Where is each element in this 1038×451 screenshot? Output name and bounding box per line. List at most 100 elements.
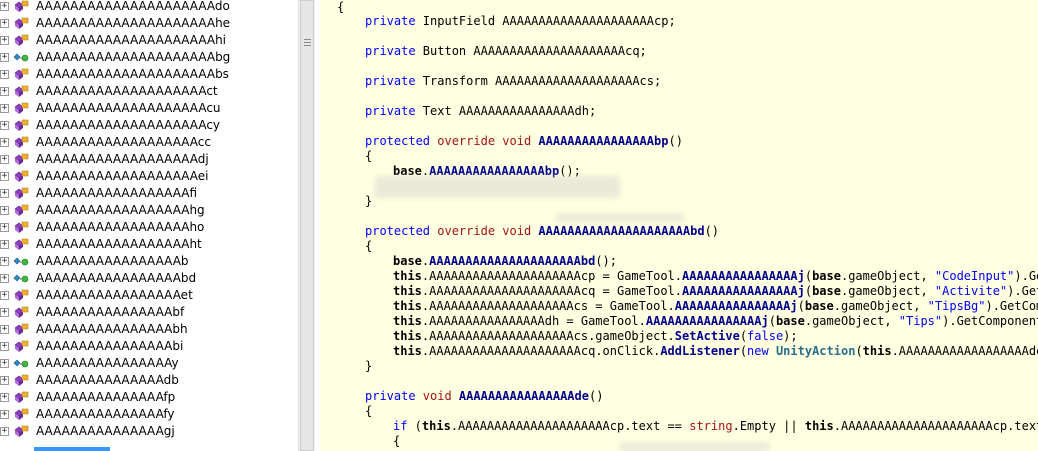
- code-line: this.AAAAAAAAAAAAAAAAdh = GameTool.AAAAA…: [393, 314, 1038, 328]
- field-icon: [12, 50, 30, 64]
- expand-icon[interactable]: +: [0, 104, 9, 113]
- tree-item[interactable]: + AAAAAAAAAAAAAAAAAAAAAbs: [0, 66, 298, 83]
- tree-item-label: AAAAAAAAAAAAAAAfy: [36, 407, 175, 421]
- field-icon: [12, 271, 30, 285]
- expand-icon[interactable]: +: [0, 206, 9, 215]
- tree-item-label: AAAAAAAAAAAAAAAdb: [36, 373, 179, 387]
- expand-icon[interactable]: +: [0, 325, 9, 334]
- tree-item[interactable]: + AAAAAAAAAAAAAAAAAAhg: [0, 202, 298, 219]
- expand-icon[interactable]: +: [0, 257, 9, 266]
- method-icon: [12, 288, 30, 302]
- tree-item-label: AAAAAAAAAAAAAAAAAb: [36, 254, 189, 268]
- code-view[interactable]: { private InputField AAAAAAAAAAAAAAAAAAA…: [320, 0, 1038, 451]
- expand-icon[interactable]: +: [0, 53, 9, 62]
- tree-item[interactable]: + AAAAAAAAAAAAAAAAbi: [0, 338, 298, 355]
- tree-item[interactable]: + AAAAAAAAAAAAAAAAAbd: [0, 270, 298, 287]
- expand-icon[interactable]: +: [0, 155, 9, 164]
- code-line: {: [365, 239, 373, 253]
- code-line: protected override void AAAAAAAAAAAAAAAA…: [365, 134, 683, 148]
- code-line: this.AAAAAAAAAAAAAAAAAAAAcs.gameObject.S…: [393, 329, 798, 343]
- expand-icon[interactable]: +: [0, 70, 9, 79]
- tree-item[interactable]: + AAAAAAAAAAAAAAAAAAfi: [0, 185, 298, 202]
- code-line: {: [365, 404, 373, 418]
- tree-item-label: AAAAAAAAAAAAAAAAAAht: [36, 237, 202, 251]
- scrollbar-thumb[interactable]: [300, 0, 314, 451]
- method-icon: [12, 390, 30, 404]
- code-line: }: [365, 359, 373, 373]
- tree-item[interactable]: + AAAAAAAAAAAAAAAAAAAei: [0, 168, 298, 185]
- expand-icon[interactable]: +: [0, 393, 9, 402]
- method-icon: [12, 186, 30, 200]
- tree-item-label: AAAAAAAAAAAAAAAAAAAcc: [36, 135, 211, 149]
- tree-item[interactable]: + AAAAAAAAAAAAAAAAAAAdj: [0, 151, 298, 168]
- code-line: this.AAAAAAAAAAAAAAAAAAAAAcq.onClick.Add…: [393, 344, 1038, 358]
- expand-icon[interactable]: +: [0, 2, 9, 11]
- tree-item[interactable]: + AAAAAAAAAAAAAAAAAAAAct: [0, 83, 298, 100]
- code-line: }: [365, 194, 373, 208]
- method-icon: [12, 118, 30, 132]
- tree-item-label: AAAAAAAAAAAAAAAAAbd: [36, 271, 197, 285]
- redacted-region: [556, 214, 684, 222]
- expand-icon[interactable]: +: [0, 138, 9, 147]
- tree-item[interactable]: + AAAAAAAAAAAAAAAAbh: [0, 321, 298, 338]
- member-tree[interactable]: + AAAAAAAAAAAAAAAAAAAAAdo + AAAAAAAAAAAAAAA…: [0, 0, 298, 451]
- tree-item[interactable]: + AAAAAAAAAAAAAAAAAAAAAhe: [0, 15, 298, 32]
- method-icon: [12, 220, 30, 234]
- tree-item[interactable]: + AAAAAAAAAAAAAAAAAAAAAdo: [0, 0, 298, 15]
- tree-item-label: AAAAAAAAAAAAAAAAAAho: [36, 220, 205, 234]
- tree-item[interactable]: + AAAAAAAAAAAAAAAgj: [0, 423, 298, 440]
- tree-item[interactable]: + AAAAAAAAAAAAAAAfp: [0, 389, 298, 406]
- tree-item-label: AAAAAAAAAAAAAAAAAAAAAdo: [36, 0, 230, 13]
- tree-item-label: AAAAAAAAAAAAAAAAAAAAAhi: [36, 33, 227, 47]
- expand-icon[interactable]: +: [0, 240, 9, 249]
- method-icon: [12, 373, 30, 387]
- expand-icon[interactable]: +: [0, 376, 9, 385]
- tree-item[interactable]: + AAAAAAAAAAAAAAAAbf: [0, 304, 298, 321]
- tree-item-label: AAAAAAAAAAAAAAAAy: [36, 356, 179, 370]
- expand-icon[interactable]: +: [0, 36, 9, 45]
- thumb-grip: [304, 42, 311, 43]
- tree-item[interactable]: + AAAAAAAAAAAAAAAAy: [0, 355, 298, 372]
- expand-icon[interactable]: +: [0, 87, 9, 96]
- tree-item-label: AAAAAAAAAAAAAAAAAAAdj: [36, 152, 209, 166]
- code-line: {: [365, 149, 373, 163]
- code-line: this.AAAAAAAAAAAAAAAAAAAAAcp = GameTool.…: [393, 269, 1038, 283]
- tree-item[interactable]: + AAAAAAAAAAAAAAAAAAAcc: [0, 134, 298, 151]
- selected-tree-item[interactable]: [34, 447, 110, 451]
- expand-icon[interactable]: +: [0, 172, 9, 181]
- expand-icon[interactable]: +: [0, 291, 9, 300]
- expand-icon[interactable]: +: [0, 19, 9, 28]
- method-icon: [12, 135, 30, 149]
- tree-item[interactable]: + AAAAAAAAAAAAAAAAAb: [0, 253, 298, 270]
- field-icon: [12, 254, 30, 268]
- tree-scrollbar[interactable]: [298, 0, 315, 451]
- tree-item[interactable]: + AAAAAAAAAAAAAAAAAAAAAbg: [0, 49, 298, 66]
- tree-item-label: AAAAAAAAAAAAAAAAbf: [36, 305, 185, 319]
- expand-icon[interactable]: +: [0, 427, 9, 436]
- method-icon: [12, 101, 30, 115]
- expand-icon[interactable]: +: [0, 359, 9, 368]
- thumb-grip: [304, 45, 311, 46]
- expand-icon[interactable]: +: [0, 342, 9, 351]
- tree-item[interactable]: + AAAAAAAAAAAAAAAfy: [0, 406, 298, 423]
- tree-item[interactable]: + AAAAAAAAAAAAAAAdb: [0, 372, 298, 389]
- expand-icon[interactable]: +: [0, 189, 9, 198]
- code-line: if (this.AAAAAAAAAAAAAAAAAAAAAcp.text ==…: [393, 419, 1038, 433]
- expand-icon[interactable]: +: [0, 223, 9, 232]
- thumb-grip: [304, 39, 311, 40]
- tree-item-label: AAAAAAAAAAAAAAAAAAAAct: [36, 84, 218, 98]
- tree-item[interactable]: + AAAAAAAAAAAAAAAAAAAAcu: [0, 100, 298, 117]
- code-line: private InputField AAAAAAAAAAAAAAAAAAAAA…: [365, 14, 676, 28]
- expand-icon[interactable]: +: [0, 121, 9, 130]
- expand-icon[interactable]: +: [0, 274, 9, 283]
- code-line: {: [393, 434, 401, 448]
- tree-item[interactable]: + AAAAAAAAAAAAAAAAAAho: [0, 219, 298, 236]
- tree-item[interactable]: + AAAAAAAAAAAAAAAAAAht: [0, 236, 298, 253]
- tree-item[interactable]: + AAAAAAAAAAAAAAAAAet: [0, 287, 298, 304]
- method-icon: [12, 67, 30, 81]
- expand-icon[interactable]: +: [0, 308, 9, 317]
- method-icon: [12, 407, 30, 421]
- tree-item[interactable]: + AAAAAAAAAAAAAAAAAAAAAhi: [0, 32, 298, 49]
- tree-item[interactable]: + AAAAAAAAAAAAAAAAAAAAcy: [0, 117, 298, 134]
- expand-icon[interactable]: +: [0, 410, 9, 419]
